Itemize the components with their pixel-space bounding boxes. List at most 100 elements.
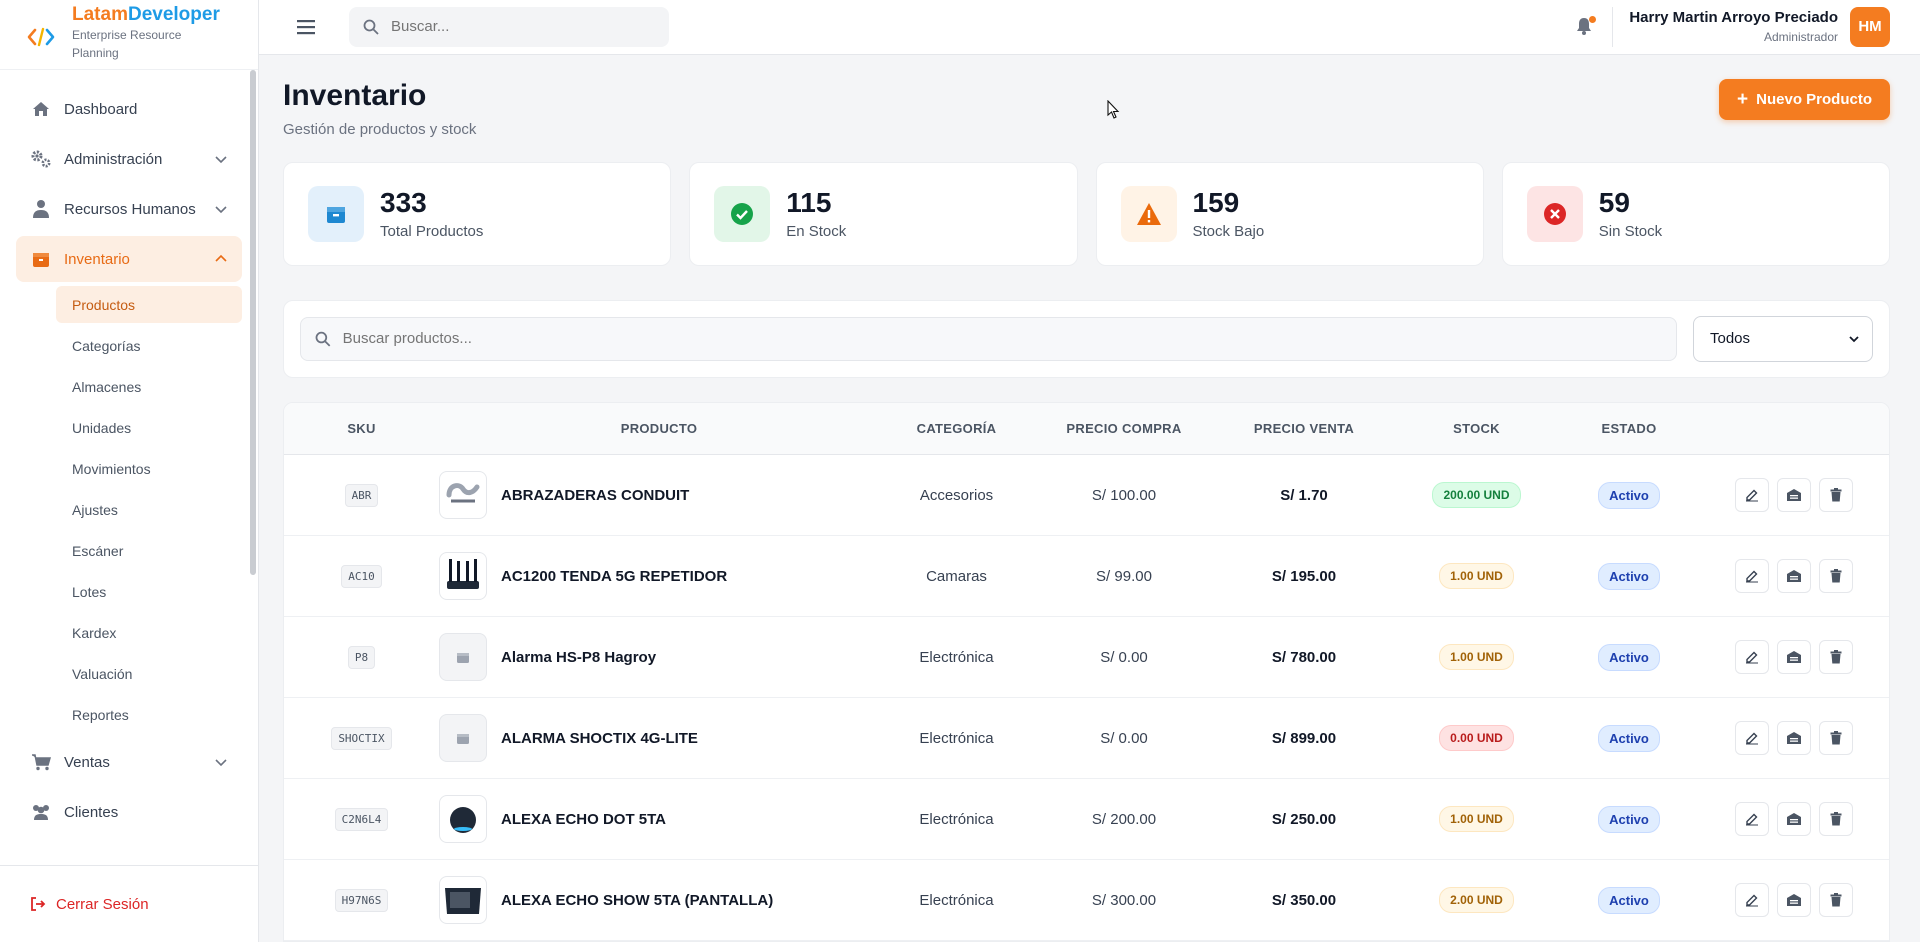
sidebar-item-dashboard[interactable]: Dashboard [16, 86, 242, 132]
new-product-label: Nuevo Producto [1756, 90, 1872, 108]
sell-price-cell: S/ 250.00 [1271, 810, 1337, 828]
sidebar-item-ventas[interactable]: Ventas [16, 739, 242, 785]
category-cell: Accesorios [919, 486, 994, 504]
product-search[interactable] [300, 316, 1677, 361]
new-product-button[interactable]: + Nuevo Producto [1719, 78, 1890, 120]
subnav-item-valuacion[interactable]: Valuación [56, 655, 242, 692]
products-table-card: SKU PRODUCTO CATEGORÍA PRECIO COMPRA PRE… [283, 401, 1890, 942]
sku-cell: AC10 [284, 536, 439, 617]
page-title: Inventario [283, 78, 427, 112]
status-cell: Activo [1559, 455, 1699, 536]
trash-icon [1830, 893, 1842, 907]
column-header[interactable]: PRECIO VENTA [1214, 403, 1394, 455]
sidebar-scrollbar[interactable] [250, 70, 256, 575]
product-name: ALARMA SHOCTIX 4G-LITE [501, 729, 698, 747]
edit-button[interactable] [1735, 721, 1769, 755]
subnav-item-lotes[interactable]: Lotes [56, 573, 242, 610]
sidebar-item-inventario[interactable]: Inventario [16, 236, 242, 282]
column-header[interactable]: SKU [284, 403, 439, 455]
status-badge: Activo [1598, 562, 1660, 590]
main-area: Harry Martin Arroyo Preciado Administrad… [259, 0, 1920, 942]
sku-badge: P8 [347, 645, 376, 669]
product-cell: ALEXA ECHO DOT 5TA [439, 779, 879, 860]
sell-price-cell: S/ 195.00 [1271, 567, 1337, 585]
stat-value: 333 [380, 187, 427, 218]
notifications-button[interactable] [1574, 15, 1597, 38]
sku-badge: SHOCTIX [331, 726, 392, 750]
buy-price-cell: S/ 100.00 [1091, 486, 1157, 504]
inventario-subnav: Productos Categorías Almacenes Unidades … [16, 286, 242, 733]
table-row[interactable]: H97N6S ALEXA ECHO SHOW 5TA (PANTALLA) El… [284, 860, 1889, 941]
warehouse-button[interactable] [1777, 883, 1811, 917]
sku-badge: AC10 [341, 564, 382, 588]
product-thumbnail [439, 876, 487, 924]
stats-row: 333 Total Productos 115 En Stock 159 Stock … [283, 161, 1890, 266]
edit-button[interactable] [1735, 559, 1769, 593]
global-search[interactable] [349, 6, 669, 47]
trash-icon [1830, 650, 1842, 664]
subnav-item-reportes[interactable]: Reportes [56, 696, 242, 733]
avatar[interactable]: HM [1850, 6, 1890, 47]
user-info[interactable]: Harry Martin Arroyo Preciado Administrad… [1629, 9, 1838, 44]
status-cell: Activo [1559, 617, 1699, 698]
column-header[interactable]: CATEGORÍA [879, 403, 1034, 455]
status-filter-select[interactable]: Todos [1693, 315, 1873, 362]
product-search-input[interactable] [342, 330, 1662, 347]
delete-button[interactable] [1819, 559, 1853, 593]
delete-button[interactable] [1819, 721, 1853, 755]
column-header[interactable]: PRECIO COMPRA [1034, 403, 1214, 455]
sku-badge: C2N6L4 [334, 807, 389, 831]
global-search-input[interactable] [391, 18, 651, 36]
delete-button[interactable] [1819, 802, 1853, 836]
edit-button[interactable] [1735, 883, 1769, 917]
table-row[interactable]: AC10 AC1200 TENDA 5G REPETIDOR Camaras S… [284, 536, 1889, 617]
table-row[interactable]: P8 Alarma HS-P8 Hagroy Electrónica S/ 0.… [284, 617, 1889, 698]
column-header[interactable]: ESTADO [1559, 403, 1699, 455]
subnav-item-ajustes[interactable]: Ajustes [56, 491, 242, 528]
warehouse-icon [1787, 570, 1801, 582]
warehouse-button[interactable] [1777, 802, 1811, 836]
column-header [1699, 403, 1889, 455]
subnav-item-escaner[interactable]: Escáner [56, 532, 242, 569]
subnav-item-kardex[interactable]: Kardex [56, 614, 242, 651]
status-cell: Activo [1559, 860, 1699, 941]
warehouse-button[interactable] [1777, 640, 1811, 674]
table-row[interactable]: ABR ABRAZADERAS CONDUIT Accesorios S/ 10… [284, 455, 1889, 536]
table-header-row: SKU PRODUCTO CATEGORÍA PRECIO COMPRA PRE… [284, 402, 1889, 455]
content: Inventario Gestión de productos y stock … [259, 55, 1920, 942]
edit-button[interactable] [1735, 802, 1769, 836]
logout-button[interactable]: Cerrar Sesión [0, 865, 258, 942]
stat-icon-wrap [308, 185, 364, 242]
delete-button[interactable] [1819, 883, 1853, 917]
actions-cell [1699, 698, 1889, 779]
subnav-item-productos[interactable]: Productos [56, 286, 242, 323]
column-header[interactable]: STOCK [1394, 403, 1559, 455]
brand[interactable]: LatamDeveloper Enterprise Resource Plann… [0, 0, 258, 70]
delete-button[interactable] [1819, 478, 1853, 512]
subnav-item-movimientos[interactable]: Movimientos [56, 450, 242, 487]
warehouse-button[interactable] [1777, 721, 1811, 755]
sidebar-item-administracion[interactable]: Administración [16, 136, 242, 182]
warehouse-button[interactable] [1777, 478, 1811, 512]
user-name: Harry Martin Arroyo Preciado [1629, 9, 1838, 27]
edit-button[interactable] [1735, 640, 1769, 674]
delete-button[interactable] [1819, 640, 1853, 674]
edit-button[interactable] [1735, 478, 1769, 512]
column-header[interactable]: PRODUCTO [439, 403, 879, 455]
status-cell: Activo [1559, 698, 1699, 779]
stock-badge: 2.00 UND [1439, 887, 1514, 913]
menu-icon[interactable] [295, 16, 317, 38]
sidebar-item-recursos-humanos[interactable]: Recursos Humanos [16, 186, 242, 232]
product-name: ALEXA ECHO SHOW 5TA (PANTALLA) [501, 891, 774, 909]
table-row[interactable]: SHOCTIX ALARMA SHOCTIX 4G-LITE Electróni… [284, 698, 1889, 779]
subnav-item-almacenes[interactable]: Almacenes [56, 368, 242, 405]
table-row[interactable]: C2N6L4 ALEXA ECHO DOT 5TA Electrónica S/… [284, 779, 1889, 860]
category-cell: Camaras [926, 567, 987, 585]
warehouse-button[interactable] [1777, 559, 1811, 593]
subnav-item-unidades[interactable]: Unidades [56, 409, 242, 446]
sidebar-item-clientes[interactable]: Clientes [16, 789, 242, 835]
subnav-item-categorias[interactable]: Categorías [56, 327, 242, 364]
cart-icon [30, 751, 52, 773]
status-badge: Activo [1598, 724, 1660, 752]
sku-cell: ABR [284, 455, 439, 536]
